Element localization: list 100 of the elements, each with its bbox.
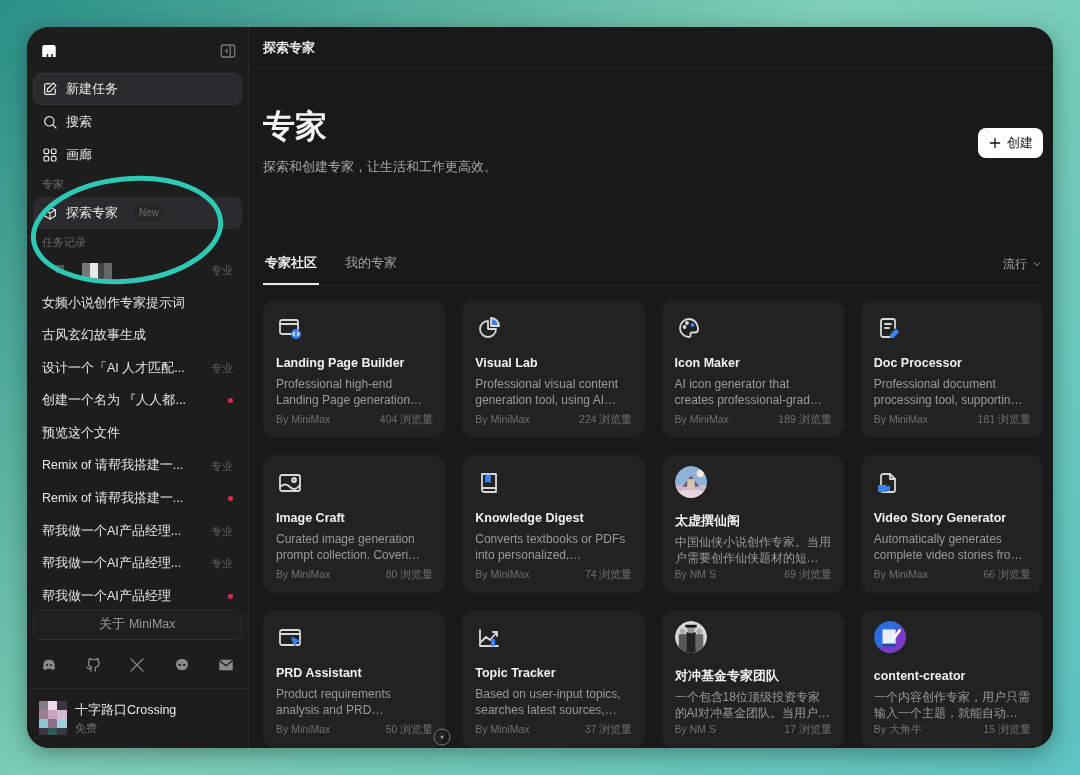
history-title[interactable]: Remix of 请帮我搭建一... [42, 456, 184, 476]
history-title[interactable]: 古风玄幻故事生成 [42, 326, 146, 345]
author-label: By MiniMax [276, 722, 331, 738]
author-label: By MiniMax [276, 412, 331, 428]
expert-card[interactable]: 对冲基金专家团队 一个包含18位顶级投资专家的AI对冲基金团队。当用户… By NM S 17 浏览量 [661, 610, 844, 748]
card-title: Landing Page Builder [276, 355, 406, 372]
line-chart-icon [477, 626, 502, 650]
view-count: 181 浏览量 [977, 412, 1031, 428]
search-icon [42, 114, 58, 130]
expert-card[interactable]: Doc Processor Professional document processing tool, supportin… By MiniMax 181 浏览量 [860, 300, 1043, 438]
cat-icon[interactable] [84, 655, 103, 674]
view-count: 80 浏览量 [385, 567, 434, 583]
author-label: By MiniMax [873, 567, 928, 583]
card-description: 中国仙侠小说创作专家。当用户需要创作仙侠题材的短… [674, 533, 832, 566]
view-count: 66 浏览量 [983, 567, 1031, 583]
pro-tag: 专业 [211, 359, 233, 377]
edit-icon [42, 81, 58, 97]
card-title: Visual Lab [475, 355, 539, 372]
expert-card[interactable]: Topic Tracker Based on user-input topics, searches latest sources,… By MiniMax 37 浏览量 [462, 610, 645, 748]
history-title[interactable]: 帮我做一个AI产品经理... [42, 521, 182, 541]
grid-icon [42, 147, 58, 163]
card-title: content-creator [873, 668, 967, 685]
card-description: Professional visual content generation tool, using AI… [475, 375, 619, 408]
expert-card[interactable]: Knowledge Digest Converts textbooks or PDFs into personalized,… By MiniMax 74 浏览量 [462, 455, 645, 593]
author-label: By NM S [674, 722, 716, 738]
history-title[interactable]: 预览这个文件 [42, 423, 120, 443]
pro-tag: 专业 [211, 555, 233, 572]
view-count: 224 浏览量 [579, 412, 633, 428]
card-title: PRD Assistant [276, 665, 363, 682]
section-label: 任务记录 [41, 234, 87, 250]
history-title[interactable]: 帮我做一个AI产品经理... [42, 554, 182, 573]
user-name: 十字路口Crossing [75, 701, 177, 719]
scroll-indicator-icon [433, 728, 451, 746]
history-title[interactable]: 创建一个名为 『人人都... [42, 391, 186, 411]
hero-title: 专家 [263, 106, 328, 146]
card-title: Knowledge Digest [475, 510, 585, 527]
expert-card[interactable]: Image Craft Curated image generation prompt collection. Coveri… By MiniMax 80 浏览量 [263, 455, 446, 593]
plus-icon [988, 135, 1002, 150]
create-button[interactable]: 创建 [978, 127, 1043, 158]
view-count: 189 浏览量 [778, 412, 832, 428]
sidebar-item[interactable]: 搜索 [33, 106, 242, 138]
card-title: Video Story Generator [873, 510, 1008, 527]
tab[interactable]: 专家社区 [263, 254, 319, 285]
hero-subtitle: 探索和创建专家，让生活和工作更高效。 [263, 158, 497, 177]
history-title[interactable]: 设计一个「AI 人才匹配... [42, 358, 185, 378]
history-title[interactable]: 帮我做一个AI产品经理 [42, 586, 171, 606]
sidebar-item[interactable]: 探索专家 New [33, 196, 242, 229]
view-count: 50 浏览量 [385, 722, 434, 738]
card-description: Converts textbooks or PDFs into personalized,… [475, 530, 627, 563]
code-window-icon [278, 316, 302, 340]
card-title: Doc Processor [873, 355, 963, 372]
palette-icon [676, 316, 701, 340]
pie-chart-icon [477, 316, 502, 340]
card-title: 太虚撰仙阁 [674, 513, 741, 530]
view-count: 15 浏览量 [983, 722, 1031, 738]
tab[interactable]: 我的专家 [343, 254, 399, 285]
card-title: 对冲基金专家团队 [674, 667, 780, 685]
card-description: Based on user-input topics, searches latest sources,… [475, 685, 622, 718]
author-label: By MiniMax [475, 722, 530, 738]
expert-card[interactable]: 太虚撰仙阁 中国仙侠小说创作专家。当用户需要创作仙侠题材的短… By NM S 69 浏览量 [661, 455, 844, 593]
card-description: AI icon generator that creates professional-grad… [674, 375, 823, 408]
view-count: 404 浏览量 [379, 412, 434, 428]
expert-card[interactable]: Landing Page Builder Professional high-end Landing Page generation… By MiniMax 404 浏览量 [263, 300, 446, 438]
author-label: By 大角牛 [873, 722, 922, 738]
expert-card[interactable]: Visual Lab Professional visual content generation tool, using AI… By MiniMax 224 浏览量 [462, 300, 645, 438]
view-count: 17 浏览量 [784, 722, 832, 738]
sort-dropdown[interactable]: 流行 [1003, 255, 1043, 285]
new-task-button[interactable]: 新建任务 [33, 73, 242, 105]
history-title[interactable]: 女频小说创作专家提示词 [42, 293, 185, 313]
author-label: By MiniMax [475, 412, 530, 428]
view-count: 74 浏览量 [584, 567, 633, 583]
expert-card[interactable]: PRD Assistant Product requirements analysis and PRD… By MiniMax 50 浏览量 [263, 610, 446, 748]
author-label: By MiniMax [674, 412, 729, 428]
view-count: 37 浏览量 [584, 722, 633, 738]
card-description: Automatically generates complete video stories fro… [873, 530, 1024, 563]
plan-label: 免费 [75, 720, 98, 736]
author-label: By MiniMax [873, 412, 928, 428]
card-description: 一个内容创作专家，用户只需输入一个主题，就能自动… [873, 688, 1031, 721]
author-label: By MiniMax [276, 567, 331, 583]
card-description: Curated image generation prompt collection. Coveri… [276, 530, 422, 563]
pro-tag: 专业 [211, 457, 233, 475]
card-title: Icon Maker [674, 355, 741, 372]
about-button[interactable]: 关于 MiniMax [33, 609, 242, 640]
card-description: 一个包含18位顶级投资专家的AI对冲基金团队。当用户… [674, 688, 831, 721]
card-description: Professional document processing tool, supportin… [873, 375, 1024, 408]
expert-card[interactable]: Video Story Generator Automatically generates complete video stories fro… By MiniMax 66 浏览量 [860, 455, 1043, 593]
card-title: Image Craft [276, 510, 346, 527]
image-icon [278, 471, 302, 495]
sidebar-item[interactable]: 画廊 [33, 139, 242, 171]
expert-card[interactable]: Icon Maker AI icon generator that creates professional-grad… By MiniMax 189 浏览量 [661, 300, 844, 438]
card-description: Professional high-end Landing Page generation… [276, 375, 424, 408]
author-label: By MiniMax [475, 567, 530, 583]
history-title[interactable]: Remix of 请帮我搭建一... [42, 489, 184, 508]
view-count: 69 浏览量 [784, 567, 832, 583]
sidebar-collapse-icon[interactable] [219, 42, 237, 60]
card-title: Topic Tracker [475, 665, 557, 682]
expert-card[interactable]: content-creator 一个内容创作专家，用户只需输入一个主题，就能自动… By 大角牛 15 浏览量 [860, 610, 1043, 748]
section-label: 专家 [41, 177, 65, 192]
pro-tag: 专业 [211, 262, 233, 279]
new-badge: New [134, 204, 164, 221]
